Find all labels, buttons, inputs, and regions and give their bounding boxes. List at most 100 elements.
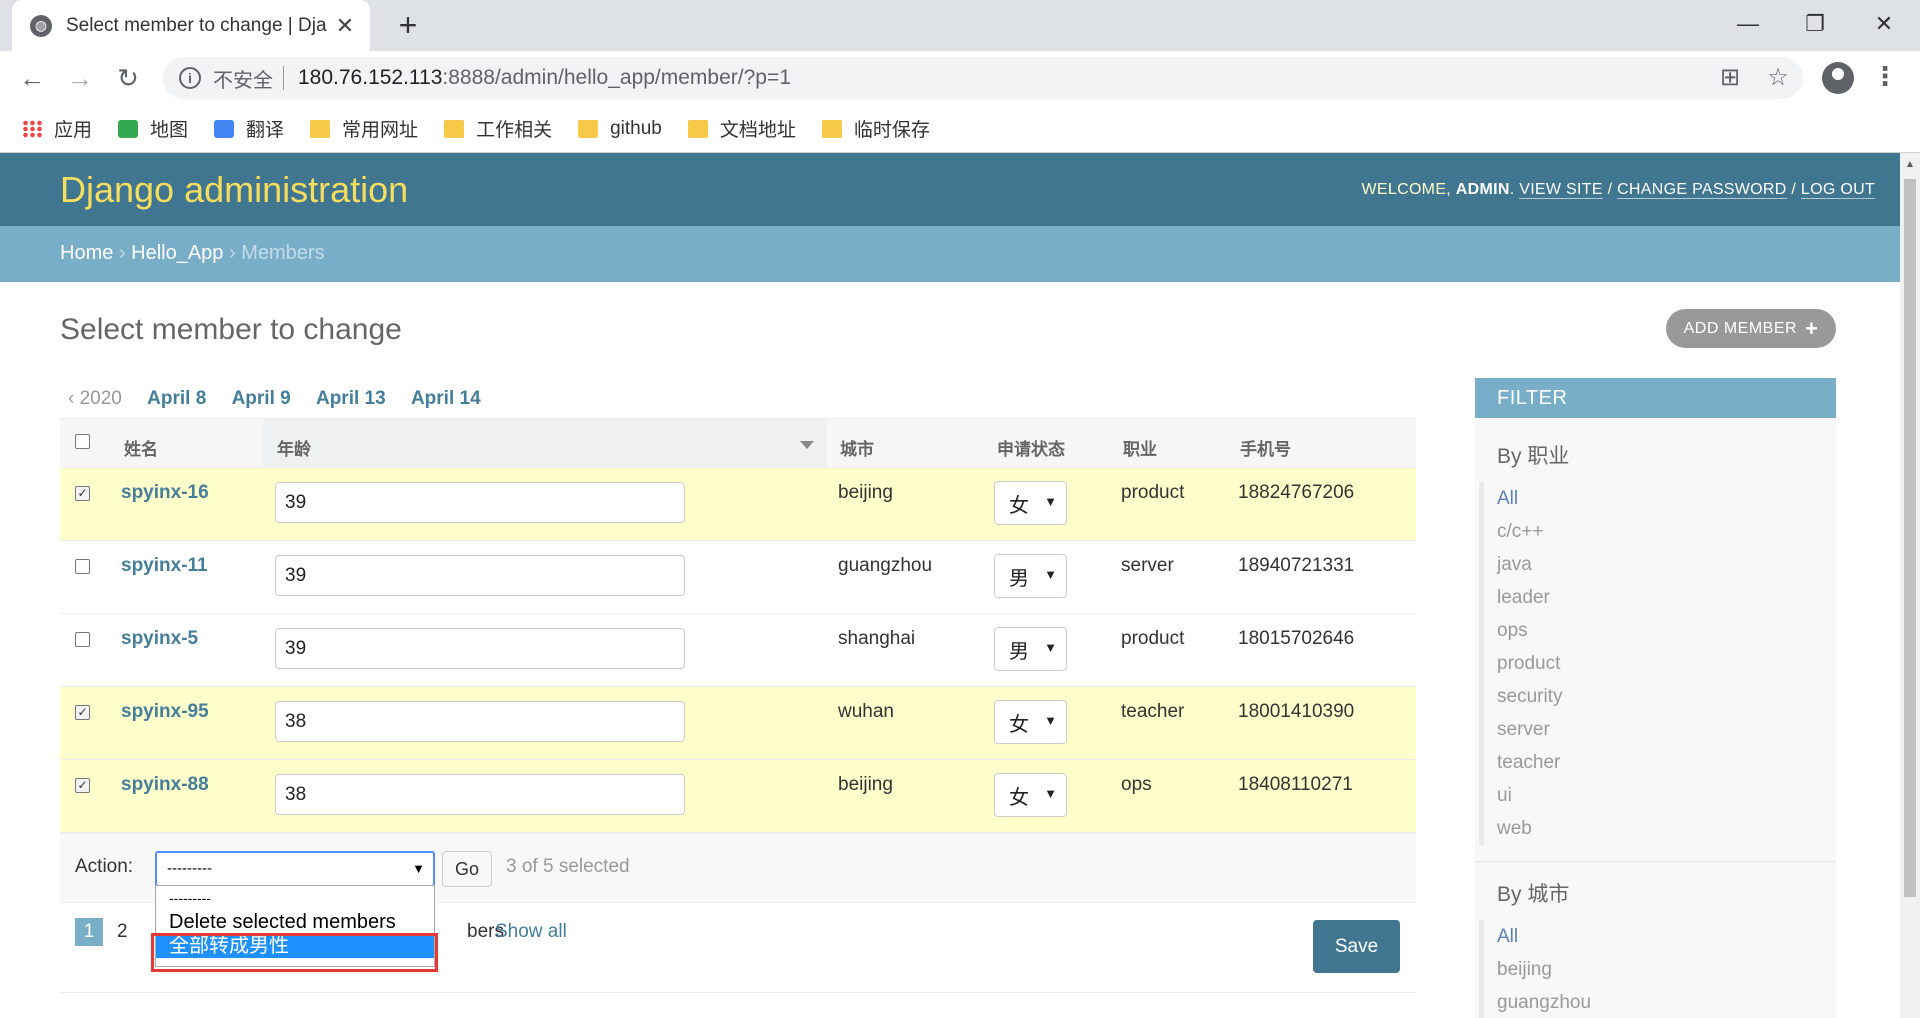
minimize-icon[interactable]: — bbox=[1730, 6, 1766, 42]
age-input[interactable]: 38 bbox=[275, 701, 685, 742]
filter-item[interactable]: java bbox=[1484, 548, 1836, 581]
member-name-link[interactable]: spyinx-88 bbox=[121, 774, 209, 796]
filter-item[interactable]: beijing bbox=[1484, 953, 1836, 986]
column-header-age[interactable]: 年龄 bbox=[277, 435, 311, 460]
bookmark-folder-common[interactable]: 常用网址 bbox=[310, 115, 418, 142]
filter-item[interactable]: guangzhou bbox=[1484, 986, 1836, 1018]
scrollbar-thumb[interactable] bbox=[1904, 179, 1916, 897]
log-out-link[interactable]: LOG OUT bbox=[1800, 181, 1875, 199]
scroll-up-icon[interactable]: ▲ bbox=[1905, 159, 1915, 170]
filter-item[interactable]: product bbox=[1484, 647, 1836, 680]
annotation-highlight-box bbox=[151, 933, 438, 972]
back-icon[interactable]: ← bbox=[14, 61, 50, 97]
date-link[interactable]: April 8 bbox=[147, 388, 206, 409]
change-password-link[interactable]: CHANGE PASSWORD bbox=[1617, 181, 1787, 199]
status-select[interactable]: 男 ▼ bbox=[994, 554, 1067, 598]
date-link[interactable]: April 9 bbox=[232, 388, 291, 409]
bookmark-folder-docs[interactable]: 文档地址 bbox=[687, 115, 796, 142]
add-member-button[interactable]: ADD MEMBER + bbox=[1666, 309, 1836, 348]
date-link[interactable]: April 14 bbox=[411, 388, 481, 409]
filter-item[interactable]: c/c++ bbox=[1484, 515, 1836, 548]
select-all-checkbox[interactable] bbox=[75, 434, 90, 449]
action-option[interactable]: Delete selected members bbox=[156, 910, 434, 934]
page-scrollbar[interactable]: ▲ bbox=[1900, 153, 1920, 1018]
city-cell: beijing bbox=[838, 482, 893, 503]
row-checkbox[interactable]: ✓ bbox=[75, 486, 90, 501]
filter-item[interactable]: ui bbox=[1484, 779, 1836, 812]
city-cell: beijing bbox=[838, 774, 893, 795]
row-checkbox[interactable] bbox=[75, 559, 90, 574]
date-back-link[interactable]: ‹ 2020 bbox=[68, 388, 122, 409]
filter-item[interactable]: security bbox=[1484, 680, 1836, 713]
filter-item[interactable]: All bbox=[1484, 482, 1836, 515]
view-site-link[interactable]: VIEW SITE bbox=[1519, 181, 1603, 199]
address-bar[interactable]: i 不安全 180.76.152.113 :8888/admin/hello_a… bbox=[163, 57, 1803, 99]
page-link[interactable]: 2 bbox=[117, 921, 128, 943]
age-input[interactable]: 39 bbox=[275, 482, 685, 523]
city-cell: shanghai bbox=[838, 628, 916, 649]
age-input[interactable]: 38 bbox=[275, 774, 685, 815]
browser-menu-icon[interactable]: ⋮ bbox=[1872, 61, 1898, 92]
plus-icon: + bbox=[1805, 315, 1819, 341]
profile-avatar[interactable] bbox=[1822, 62, 1854, 94]
translate-icon[interactable]: ⊞ bbox=[1714, 63, 1746, 92]
column-header-status[interactable]: 申请状态 bbox=[997, 435, 1065, 460]
breadcrumb-app[interactable]: Hello_App bbox=[131, 242, 223, 264]
folder-icon bbox=[444, 119, 465, 138]
go-button[interactable]: Go bbox=[442, 851, 492, 887]
forward-icon[interactable]: → bbox=[62, 61, 98, 97]
row-checkbox[interactable] bbox=[75, 632, 90, 647]
member-name-link[interactable]: spyinx-5 bbox=[121, 628, 198, 650]
column-header-city[interactable]: 城市 bbox=[840, 435, 874, 460]
filter-item[interactable]: ops bbox=[1484, 614, 1836, 647]
status-select[interactable]: 女 ▼ bbox=[994, 700, 1067, 744]
site-brand[interactable]: Django administration bbox=[60, 169, 408, 211]
age-input[interactable]: 39 bbox=[275, 628, 685, 669]
bookmark-maps[interactable]: 地图 bbox=[118, 115, 188, 142]
browser-tab[interactable]: ◍ Select member to change | Dja ✕ bbox=[12, 0, 370, 51]
phone-cell: 18940721331 bbox=[1238, 555, 1355, 576]
admin-header: Django administration WELCOME, ADMIN. VI… bbox=[0, 153, 1900, 226]
info-icon[interactable]: i bbox=[179, 67, 201, 89]
member-name-link[interactable]: spyinx-11 bbox=[121, 555, 208, 577]
select-value: 女 bbox=[1009, 786, 1029, 809]
member-name-link[interactable]: spyinx-16 bbox=[121, 482, 209, 504]
bookmark-translate[interactable]: 翻译 bbox=[214, 115, 284, 142]
status-select[interactable]: 男 ▼ bbox=[994, 627, 1067, 671]
reload-icon[interactable]: ↻ bbox=[110, 61, 146, 97]
bookmark-star-icon[interactable]: ☆ bbox=[1762, 63, 1794, 92]
row-checkbox[interactable]: ✓ bbox=[75, 705, 90, 720]
column-header-job[interactable]: 职业 bbox=[1123, 435, 1157, 460]
maximize-icon[interactable]: ❐ bbox=[1797, 6, 1833, 42]
column-header-name[interactable]: 姓名 bbox=[124, 435, 158, 460]
column-header-phone[interactable]: 手机号 bbox=[1240, 435, 1291, 460]
member-name-link[interactable]: spyinx-95 bbox=[121, 701, 209, 723]
filter-item[interactable]: web bbox=[1484, 812, 1836, 845]
chevron-down-icon: ▼ bbox=[1044, 494, 1057, 509]
status-select[interactable]: 女 ▼ bbox=[994, 773, 1067, 817]
age-input[interactable]: 39 bbox=[275, 555, 685, 596]
close-tab-icon[interactable]: ✕ bbox=[334, 13, 356, 39]
save-button[interactable]: Save bbox=[1313, 920, 1400, 973]
filter-item[interactable]: teacher bbox=[1484, 746, 1836, 779]
status-select[interactable]: 女 ▼ bbox=[994, 481, 1067, 525]
filter-item[interactable]: server bbox=[1484, 713, 1836, 746]
new-tab-button[interactable]: + bbox=[392, 9, 424, 42]
action-option[interactable]: --------- bbox=[156, 886, 434, 910]
bookmark-folder-work[interactable]: 工作相关 bbox=[444, 115, 552, 142]
action-select[interactable]: --------- ▼ bbox=[155, 851, 435, 887]
action-label: Action: bbox=[75, 856, 134, 877]
folder-icon bbox=[310, 119, 331, 138]
breadcrumb-separator: › bbox=[223, 242, 242, 264]
filter-item[interactable]: All bbox=[1484, 920, 1836, 953]
row-checkbox[interactable]: ✓ bbox=[75, 778, 90, 793]
date-link[interactable]: April 13 bbox=[316, 388, 386, 409]
sort-descending-icon[interactable] bbox=[800, 441, 814, 449]
breadcrumb-home[interactable]: Home bbox=[60, 242, 113, 264]
window-close-icon[interactable]: ✕ bbox=[1866, 6, 1902, 42]
show-all-link[interactable]: Show all bbox=[495, 921, 567, 943]
filter-item[interactable]: leader bbox=[1484, 581, 1836, 614]
bookmark-apps[interactable]: 应用 bbox=[22, 115, 92, 142]
bookmark-folder-temp[interactable]: 临时保存 bbox=[821, 115, 930, 142]
bookmark-folder-github[interactable]: github bbox=[578, 118, 662, 140]
